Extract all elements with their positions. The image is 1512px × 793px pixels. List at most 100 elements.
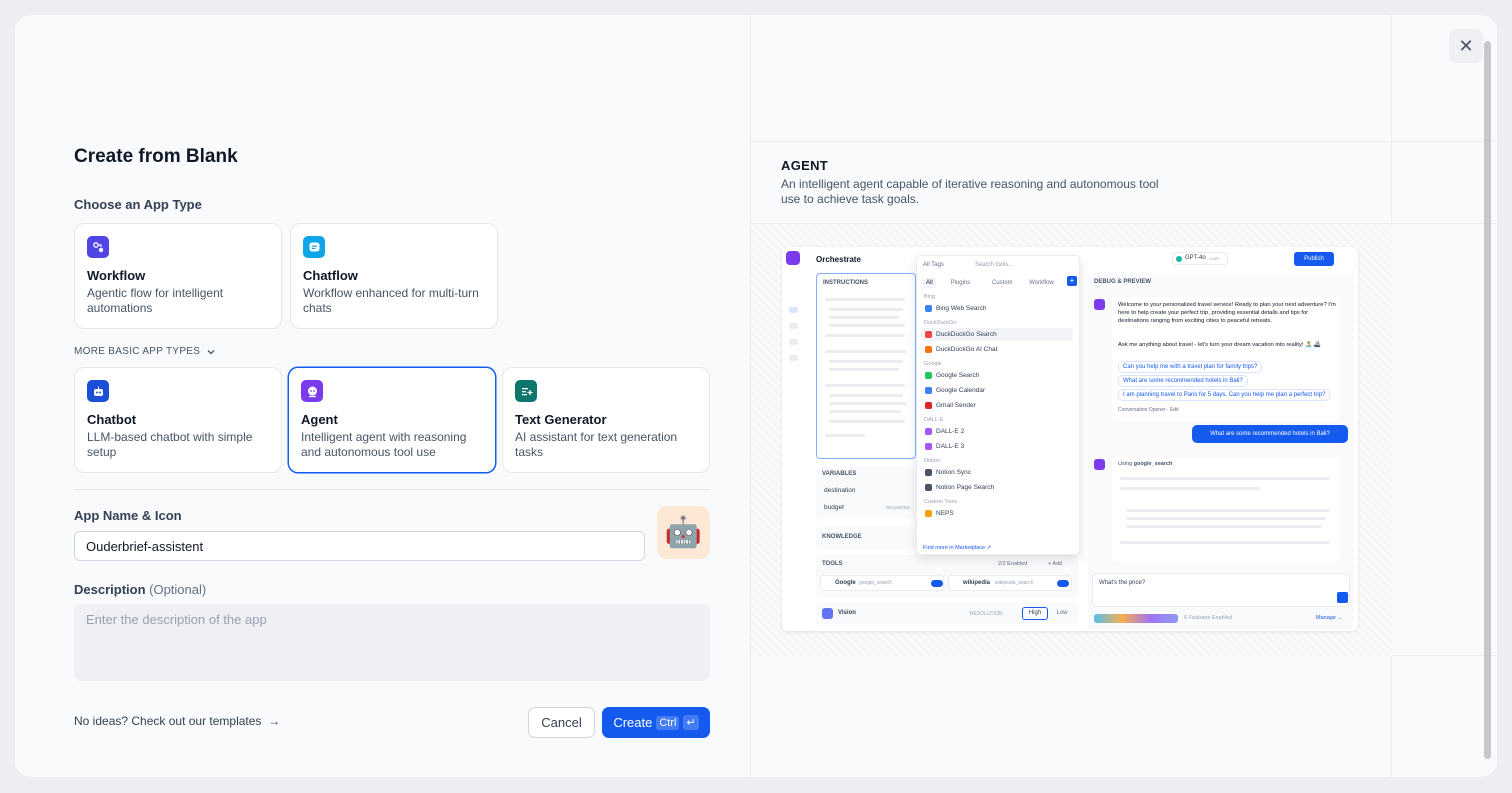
create-button-label: Create xyxy=(613,715,653,730)
text-generator-icon xyxy=(515,380,537,402)
divider xyxy=(751,141,1497,142)
model-tag: CHAT xyxy=(1209,256,1220,261)
templates-link-text: No ideas? Check out our templates xyxy=(74,714,262,728)
preview-heading: AGENT xyxy=(781,158,828,173)
tool-item-label: Notion Sync xyxy=(936,469,972,476)
tool-item-label: NEPS xyxy=(936,510,954,517)
app-type-desc: LLM-based chatbot with simple setup xyxy=(87,430,253,459)
more-app-types-toggle[interactable]: MORE BASIC APP TYPES xyxy=(74,346,216,357)
close-icon: ✕ xyxy=(1458,35,1474,56)
tool-item-label: DALL-E 2 xyxy=(936,428,965,435)
tools-section: TOOLS 2/2 Enabled + Add Google google_se… xyxy=(816,555,1078,597)
features-enabled: 6 Features Enabled xyxy=(1184,615,1233,621)
orchestrate-title: Orchestrate xyxy=(816,255,861,264)
tool-icon xyxy=(925,387,932,394)
tool-item-label: DuckDuckGo Search xyxy=(936,331,997,338)
templates-link[interactable]: No ideas? Check out our templates → xyxy=(74,714,280,728)
tool-item-label: DuckDuckGo AI Chat xyxy=(936,346,998,353)
knowledge-label: KNOWLEDGE xyxy=(822,534,862,540)
tool-icon xyxy=(925,484,932,491)
suggestion-chip: I am planning travel to Paris for 5 days… xyxy=(1118,389,1331,401)
app-type-chatbot[interactable]: Chatbot LLM-based chatbot with simple se… xyxy=(74,367,282,473)
tool-tab: All xyxy=(923,278,936,288)
close-button[interactable]: ✕ xyxy=(1449,29,1483,63)
app-icon-picker[interactable]: 🤖 xyxy=(657,506,710,559)
app-type-chatflow[interactable]: Chatflow Workflow enhanced for multi-tur… xyxy=(290,223,498,329)
toggle-icon xyxy=(931,580,943,587)
app-type-desc: Workflow enhanced for multi-turn chats xyxy=(303,286,479,315)
tool-item-label: DALL-E 3 xyxy=(936,443,965,450)
bot-avatar xyxy=(1094,459,1105,470)
app-type-workflow[interactable]: Workflow Agentic flow for intelligent au… xyxy=(74,223,282,329)
description-textarea[interactable]: Enter the description of the app xyxy=(74,604,710,681)
tool-tabs: All Plugins Custom Workflow xyxy=(923,278,1073,290)
preview-panel: AGENT An intelligent agent capable of it… xyxy=(750,15,1497,777)
tools-label: TOOLS xyxy=(822,561,843,567)
description-label: Description (Optional) xyxy=(74,582,206,597)
features-icons xyxy=(1094,614,1178,623)
agent-icon xyxy=(301,380,323,402)
resolution-label: RESOLUTION xyxy=(970,611,1003,617)
choose-app-type-label: Choose an App Type xyxy=(74,197,202,212)
tool-icon xyxy=(925,372,932,379)
divider xyxy=(74,489,710,490)
tool-item-label: Gmail Sender xyxy=(936,402,976,409)
cancel-button[interactable]: Cancel xyxy=(528,707,595,738)
vision-icon xyxy=(822,608,833,619)
page-title: Create from Blank xyxy=(74,146,238,167)
app-type-title: Agent xyxy=(301,412,338,427)
preview-description: An intelligent agent capable of iterativ… xyxy=(781,177,1159,206)
using-label: Using google_search xyxy=(1118,461,1173,467)
chatflow-icon xyxy=(303,236,325,258)
tool-list-item: DALL-E 3 xyxy=(921,440,1073,453)
create-app-modal: Create from Blank Choose an App Type Wor… xyxy=(15,15,1497,777)
tool-list-item: DuckDuckGo Search xyxy=(921,328,1073,341)
tool-group-label: Notion xyxy=(924,458,940,464)
tool-icon xyxy=(925,331,932,338)
tool-group-label: Custom Tools xyxy=(924,499,958,505)
tool-list-item: Gmail Sender xyxy=(921,399,1073,412)
create-button[interactable]: Create Ctrl ↵ xyxy=(602,707,710,738)
tool-group-label: Google xyxy=(924,361,942,367)
knowledge-section: KNOWLEDGE xyxy=(816,527,916,549)
tool-list-item: Notion Page Search xyxy=(921,481,1073,494)
instructions-label: INSTRUCTIONS xyxy=(823,280,868,286)
more-app-types-label: MORE BASIC APP TYPES xyxy=(74,346,201,357)
app-type-title: Chatbot xyxy=(87,412,137,427)
tool-picker-dropdown: All Tags Search tools... All Plugins Custo… xyxy=(916,255,1080,555)
model-selector: GPT-4o CHAT xyxy=(1172,252,1228,265)
tool-icon xyxy=(925,428,932,435)
tool-list: Bing Bing Web Search DuckDuckGo DuckDuckGo … xyxy=(917,294,1081,546)
app-type-agent[interactable]: Agent Intelligent agent with reasoning a… xyxy=(288,367,496,473)
bot-avatar xyxy=(1094,299,1105,310)
variable-budget: budget xyxy=(824,504,844,511)
tool-google: Google google_search xyxy=(820,575,944,591)
app-name-input[interactable]: Ouderbrief-assistent xyxy=(74,531,645,561)
model-icon xyxy=(1176,256,1182,262)
tool-list-item: Notion Sync xyxy=(921,466,1073,479)
publish-button: Publish xyxy=(1294,252,1334,266)
tool-group-label: Bing xyxy=(924,294,936,300)
variables-section: VARIABLES destination budget REQUIRED xyxy=(816,467,916,519)
agent-preview-image: Orchestrate INSTRUCTIONS VARIABLES desti… xyxy=(782,247,1358,631)
scrollbar-thumb[interactable] xyxy=(1484,41,1491,759)
app-type-desc: Intelligent agent with reasoning and aut… xyxy=(301,430,467,459)
create-form-panel: Create from Blank Choose an App Type Wor… xyxy=(15,15,750,777)
create-shortcut-ctrl: Ctrl xyxy=(656,715,680,730)
variables-label: VARIABLES xyxy=(822,471,857,477)
nav-icon xyxy=(789,355,798,361)
add-icon: + xyxy=(1067,276,1077,286)
toggle-icon xyxy=(1057,580,1069,587)
tool-name: Google xyxy=(835,580,856,586)
chat-input-text: What's the price? xyxy=(1099,580,1146,586)
nav-icon xyxy=(789,339,798,345)
all-tags-filter: All Tags xyxy=(923,262,944,268)
agent-logo-icon xyxy=(786,251,800,265)
chatbot-icon xyxy=(87,380,109,402)
app-type-text-generator[interactable]: Text Generator AI assistant for text gen… xyxy=(502,367,710,473)
tool-item-label: Notion Page Search xyxy=(936,484,995,491)
tool-id: wikipedia_search xyxy=(995,580,1034,586)
tool-tab: Workflow xyxy=(1029,280,1054,286)
description-optional: (Optional) xyxy=(149,582,207,597)
debug-title: DEBUG & PREVIEW xyxy=(1094,279,1152,285)
